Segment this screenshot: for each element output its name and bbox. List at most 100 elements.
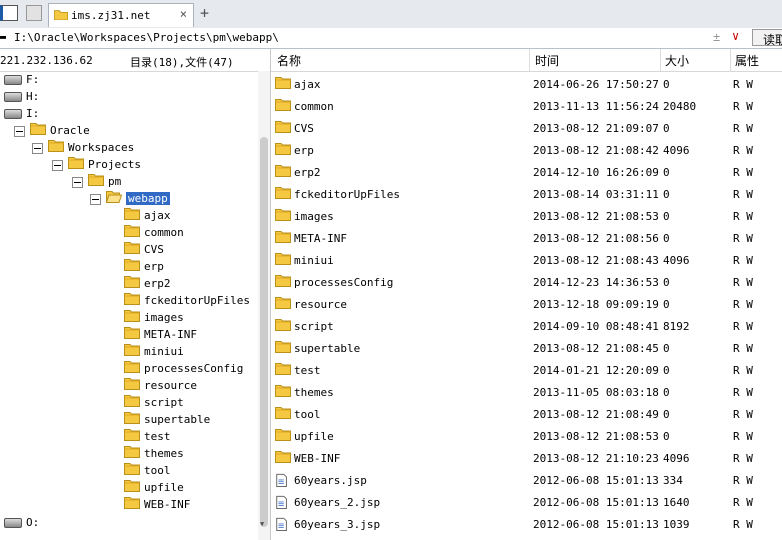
read-button[interactable]: 读取 xyxy=(752,29,782,47)
collapse-icon[interactable] xyxy=(52,159,63,171)
file-name: upfile xyxy=(294,430,334,443)
tree-folder[interactable]: images xyxy=(124,309,184,326)
tree-folder[interactable]: WEB-INF xyxy=(124,496,190,513)
sidebar-toggle-icon[interactable] xyxy=(0,5,18,21)
folder-icon xyxy=(275,76,291,92)
tree-label: erp xyxy=(144,260,164,273)
tree-folder[interactable]: META-INF xyxy=(124,326,197,343)
file-row[interactable]: upfile 2013-08-12 21:08:53 0 R W xyxy=(271,425,782,447)
folder-icon xyxy=(275,428,291,444)
file-row[interactable]: WEB-INF 2013-08-12 21:10:23 4096 R W xyxy=(271,447,782,469)
folder-icon xyxy=(275,120,291,136)
file-row[interactable]: themes 2013-11-05 08:03:18 0 R W xyxy=(271,381,782,403)
folder-icon xyxy=(275,274,291,290)
tree-folder[interactable]: miniui xyxy=(124,343,184,360)
collapse-icon[interactable] xyxy=(32,142,43,154)
file-size: 0 xyxy=(663,276,670,289)
column-name[interactable]: 名称 xyxy=(277,52,301,69)
collapse-icon[interactable] xyxy=(72,176,83,188)
folder-icon xyxy=(275,296,291,312)
folder-icon xyxy=(275,164,291,180)
file-row[interactable]: erp 2013-08-12 21:08:42 4096 R W xyxy=(271,139,782,161)
file-attr: R W xyxy=(733,386,753,399)
tree-folder[interactable]: Projects xyxy=(52,156,141,173)
tree-folder[interactable]: webapp xyxy=(90,190,170,207)
scroll-down-icon[interactable]: ▼ xyxy=(260,520,264,528)
tree-folder[interactable]: erp xyxy=(124,258,164,275)
tree-folder[interactable]: Oracle xyxy=(14,122,90,139)
file-time: 2013-08-12 21:10:23 xyxy=(533,452,659,465)
tree-folder[interactable]: common xyxy=(124,224,184,241)
tree-folder[interactable]: pm xyxy=(72,173,121,190)
file-row[interactable]: images 2013-08-12 21:08:53 0 R W xyxy=(271,205,782,227)
path-bar: ▬ I:\Oracle\Workspaces\Projects\pm\webap… xyxy=(0,28,782,49)
file-row[interactable]: 60years_2.jsp 2012-06-08 15:01:13 1640 R W xyxy=(271,491,782,513)
collapse-icon[interactable] xyxy=(90,193,101,205)
file-size: 0 xyxy=(663,78,670,91)
tree-folder[interactable]: upfile xyxy=(124,479,184,496)
file-row[interactable]: 60years_3.jsp 2012-06-08 15:01:13 1039 R W xyxy=(271,513,782,535)
file-row[interactable]: tool 2013-08-12 21:08:49 0 R W xyxy=(271,403,782,425)
file-size: 0 xyxy=(663,364,670,377)
file-row[interactable]: ajax 2014-06-26 17:50:27 0 R W xyxy=(271,73,782,95)
file-row[interactable]: META-INF 2013-08-12 21:08:56 0 R W xyxy=(271,227,782,249)
file-row[interactable]: test 2014-01-21 12:20:09 0 R W xyxy=(271,359,782,381)
file-name: 60years.jsp xyxy=(294,474,367,487)
new-tab-icon[interactable]: + xyxy=(200,4,209,22)
file-name: 60years_2.jsp xyxy=(294,496,381,509)
tree-label: upfile xyxy=(144,481,184,494)
file-row[interactable]: erp2 2014-12-10 16:26:09 0 R W xyxy=(271,161,782,183)
tree-folder[interactable]: CVS xyxy=(124,241,164,258)
file-time: 2013-08-12 21:08:53 xyxy=(533,210,659,223)
tree-folder[interactable]: themes xyxy=(124,445,184,462)
tree-folder[interactable]: fckeditorUpFiles xyxy=(124,292,250,309)
tree-folder[interactable]: supertable xyxy=(124,411,210,428)
scrollbar-thumb[interactable] xyxy=(260,137,268,527)
column-attr[interactable]: 属性 xyxy=(735,52,759,69)
tree-folder[interactable]: resource xyxy=(124,377,197,394)
tree-folder[interactable]: ajax xyxy=(124,207,171,224)
window-icon[interactable] xyxy=(26,5,42,21)
tree-drive[interactable]: I: xyxy=(4,105,39,122)
file-row[interactable]: fckeditorUpFiles 2013-08-14 03:31:11 0 R W xyxy=(271,183,782,205)
tree-folder[interactable]: erp2 xyxy=(124,275,171,292)
tree-folder[interactable]: tool xyxy=(124,462,171,479)
file-time: 2014-12-23 14:36:53 xyxy=(533,276,659,289)
column-divider[interactable] xyxy=(529,49,530,71)
column-size[interactable]: 大小 xyxy=(665,52,689,69)
file-row[interactable]: script 2014-09-10 08:48:41 8192 R W xyxy=(271,315,782,337)
tree-drive[interactable]: H: xyxy=(4,88,39,105)
column-divider[interactable] xyxy=(730,49,731,71)
file-row[interactable]: processesConfig 2014-12-23 14:36:53 0 R W xyxy=(271,271,782,293)
file-name: 60years_3.jsp xyxy=(294,518,381,531)
tree-folder[interactable]: script xyxy=(124,394,184,411)
tree-folder[interactable]: Workspaces xyxy=(32,139,134,156)
plus-minus-icon[interactable]: ± xyxy=(713,30,720,44)
file-time: 2012-06-08 15:01:13 xyxy=(533,474,659,487)
file-row[interactable]: 60years.jsp 2012-06-08 15:01:13 334 R W xyxy=(271,469,782,491)
file-row[interactable]: common 2013-11-13 11:56:24 20480 R W xyxy=(271,95,782,117)
close-icon[interactable]: × xyxy=(180,7,187,21)
column-time[interactable]: 时间 xyxy=(535,52,559,69)
folder-icon xyxy=(124,360,140,378)
tree-label: erp2 xyxy=(144,277,171,290)
tree-scrollbar[interactable]: ▼ xyxy=(258,71,270,540)
collapse-icon[interactable] xyxy=(14,125,25,137)
file-row[interactable]: supertable 2013-08-12 21:08:45 0 R W xyxy=(271,337,782,359)
tab-ims[interactable]: ims.zj31.net × xyxy=(48,3,194,27)
chevron-down-icon[interactable]: ∨ xyxy=(732,29,739,43)
tree-drive[interactable]: F: xyxy=(4,71,39,88)
tree-folder[interactable]: test xyxy=(124,428,171,445)
file-time: 2012-06-08 15:01:13 xyxy=(533,518,659,531)
file-row[interactable]: CVS 2013-08-12 21:09:07 0 R W xyxy=(271,117,782,139)
folder-icon xyxy=(88,173,104,191)
column-divider[interactable] xyxy=(660,49,661,71)
path-input[interactable]: I:\Oracle\Workspaces\Projects\pm\webapp\ xyxy=(14,31,279,44)
tree-drive[interactable]: O: xyxy=(4,514,39,531)
file-row[interactable]: miniui 2013-08-12 21:08:43 4096 R W xyxy=(271,249,782,271)
file-row[interactable]: resource 2013-12-18 09:09:19 0 R W xyxy=(271,293,782,315)
folder-icon xyxy=(105,190,123,208)
folder-icon xyxy=(124,428,140,446)
tree-folder[interactable]: processesConfig xyxy=(124,360,243,377)
folder-icon xyxy=(124,496,140,514)
